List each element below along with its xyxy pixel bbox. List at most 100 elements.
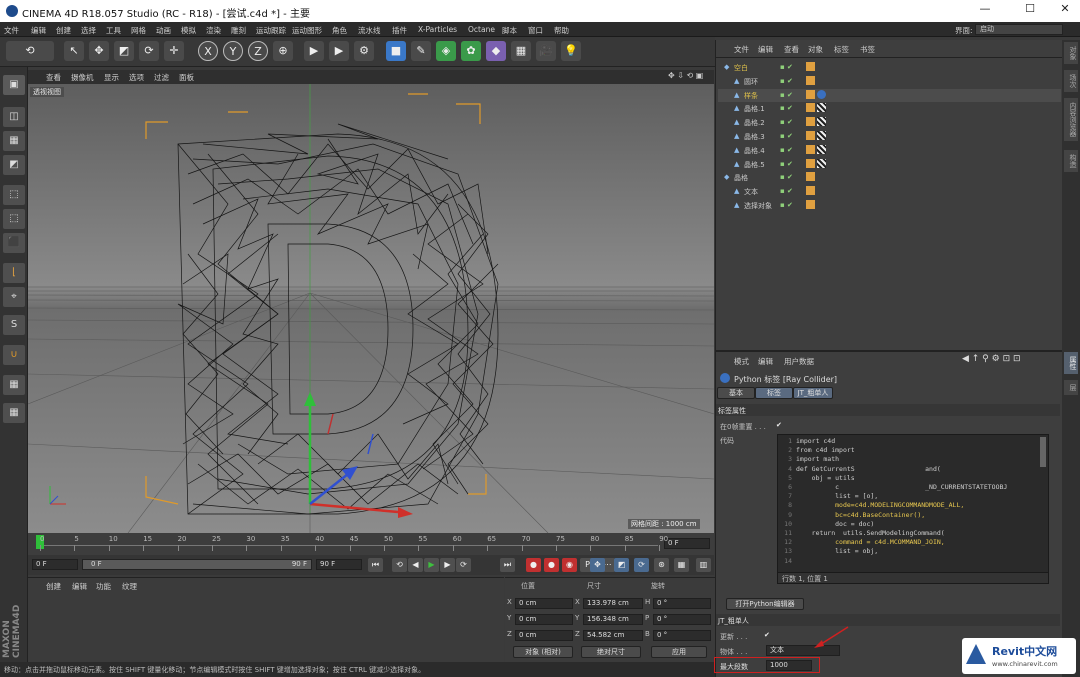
light-icon[interactable]: 💡 — [561, 41, 581, 61]
camera-icon[interactable]: 🎥 — [536, 41, 556, 61]
object-name[interactable]: 晶格.3 — [744, 132, 765, 142]
object-visibility-flags[interactable]: ▪ ✔ — [780, 173, 793, 181]
python-tag-icon[interactable] — [817, 89, 826, 99]
objmgr-menu-edit[interactable]: 编辑 — [758, 44, 773, 55]
floor-icon[interactable]: ▦ — [511, 41, 531, 61]
object-visibility-flags[interactable]: ▪ ✔ — [780, 132, 793, 140]
menu-select[interactable]: 选择 — [81, 25, 96, 36]
subdivision-icon[interactable]: ◈ — [436, 41, 456, 61]
points-mode-icon[interactable]: ⬚ — [3, 185, 25, 205]
rotate-icon[interactable]: ⟳ — [139, 41, 159, 61]
edges-mode-icon[interactable]: ⬚ — [3, 209, 25, 229]
interface-layout-select[interactable]: 启动 — [975, 24, 1063, 35]
attr-menu-edit[interactable]: 编辑 — [758, 356, 773, 367]
menu-mograph[interactable]: 运动图形 — [292, 25, 322, 36]
workplane-mode-icon[interactable]: ◩ — [3, 155, 25, 175]
object-tags[interactable] — [806, 144, 828, 154]
current-frame-field[interactable]: 0 F — [664, 538, 710, 549]
tag-icon[interactable] — [806, 117, 815, 127]
object-row[interactable]: ▲ 晶格.5 ▪ ✔ — [718, 158, 1061, 171]
object-name[interactable]: 空白 — [734, 63, 748, 73]
key-point-icon[interactable]: ▦ — [674, 558, 689, 572]
auto-key-icon[interactable]: ● — [544, 558, 559, 572]
pen-spline-icon[interactable]: ✎ — [411, 41, 431, 61]
object-tags[interactable] — [806, 62, 817, 71]
object-row[interactable]: ▲ 晶格.4 ▪ ✔ — [718, 144, 1061, 157]
dock-tab-structure[interactable]: 构造 — [1064, 150, 1078, 172]
menu-sculpt[interactable]: 雕刻 — [231, 25, 246, 36]
object-tags[interactable] — [806, 103, 828, 113]
object-visibility-flags[interactable]: ▪ ✔ — [780, 201, 793, 209]
menu-plugins[interactable]: 插件 — [392, 25, 407, 36]
coord-apply-button[interactable]: 应用 — [651, 646, 707, 658]
viewport-menu-view[interactable]: 查看 — [46, 72, 61, 83]
object-name[interactable]: 晶格.4 — [744, 146, 765, 156]
menu-octane[interactable]: Octane — [468, 25, 495, 34]
object-visibility-flags[interactable]: ▪ ✔ — [780, 63, 793, 71]
dock-tab-content-browser[interactable]: 内容浏览器 — [1064, 98, 1078, 141]
menu-simulate[interactable]: 模拟 — [181, 25, 196, 36]
object-visibility-flags[interactable]: ▪ ✔ — [780, 146, 793, 154]
next-frame-icon[interactable]: ▶ — [440, 558, 455, 572]
texture-mode-icon[interactable]: ▦ — [3, 131, 25, 151]
objmgr-menu-tags[interactable]: 标签 — [834, 44, 849, 55]
objmgr-menu-bookmarks[interactable]: 书签 — [860, 44, 875, 55]
material-menu-create[interactable]: 创建 — [46, 581, 61, 592]
timeline-window-icon[interactable]: ▥ — [696, 558, 711, 572]
menu-help[interactable]: 帮助 — [554, 25, 569, 36]
viewport-nav-icons[interactable]: ✥ ⇩ ⟲ ▣ — [668, 71, 703, 80]
menu-xparticles[interactable]: X-Particles — [418, 25, 457, 34]
dock-tab-attributes[interactable]: 属性 — [1064, 352, 1078, 374]
object-row[interactable]: ▲ 圆环 ▪ ✔ — [718, 75, 1061, 88]
dock-tab-objects[interactable]: 对象 — [1064, 42, 1078, 64]
object-name[interactable]: 文本 — [744, 187, 758, 197]
coord-size-field[interactable]: 133.978 cm — [583, 598, 643, 609]
reset-on-frame0-checkbox[interactable]: ✔ — [776, 421, 782, 429]
coord-position-field[interactable]: 0 cm — [515, 614, 573, 625]
open-python-editor-button[interactable]: 打开Python编辑器 — [726, 598, 804, 610]
object-visibility-flags[interactable]: ▪ ✔ — [780, 104, 793, 112]
coord-position-field[interactable]: 0 cm — [515, 598, 573, 609]
objmgr-menu-objects[interactable]: 对象 — [808, 44, 823, 55]
x-axis-icon[interactable]: X — [198, 41, 218, 61]
object-visibility-flags[interactable]: ▪ ✔ — [780, 77, 793, 85]
viewport-menu-display[interactable]: 显示 — [104, 72, 119, 83]
polygons-mode-icon[interactable]: ⬛ — [3, 233, 25, 253]
tag-icon[interactable] — [806, 62, 815, 71]
object-tags[interactable] — [806, 131, 828, 140]
viewport-menu-options[interactable]: 选项 — [129, 72, 144, 83]
menu-create[interactable]: 创建 — [56, 25, 71, 36]
select-live-icon[interactable]: ↖ — [64, 41, 84, 61]
material-tag-icon[interactable] — [817, 117, 826, 127]
render-view-icon[interactable]: ▶ — [304, 41, 324, 61]
coordinate-system-icon[interactable]: ⊕ — [273, 41, 293, 61]
coord-rotation-field[interactable]: 0 ° — [653, 614, 711, 625]
move-icon[interactable]: ✥ — [89, 41, 109, 61]
menu-script[interactable]: 脚本 — [502, 25, 517, 36]
material-menu-texture[interactable]: 纹理 — [122, 581, 137, 592]
viewport-menu-filter[interactable]: 过滤 — [154, 72, 169, 83]
key-selection-icon[interactable]: ◉ — [562, 558, 577, 572]
material-tag-icon[interactable] — [817, 158, 826, 168]
scale-icon[interactable]: ◩ — [114, 41, 134, 61]
dock-tab-layers[interactable]: 层 — [1064, 380, 1078, 395]
code-scrollbar[interactable] — [1040, 437, 1046, 467]
object-visibility-flags[interactable]: ▪ ✔ — [780, 187, 793, 195]
dock-tab-takes[interactable]: 场次 — [1064, 70, 1078, 92]
material-tag-icon[interactable] — [817, 144, 826, 154]
tag-icon[interactable] — [806, 131, 815, 140]
coord-size-field[interactable]: 156.348 cm — [583, 614, 643, 625]
object-name[interactable]: 晶格.1 — [744, 104, 765, 114]
y-axis-icon[interactable]: Y — [223, 41, 243, 61]
object-row[interactable]: ▲ 晶格.2 ▪ ✔ — [718, 116, 1061, 129]
coord-size-field[interactable]: 54.582 cm — [583, 630, 643, 641]
object-tags[interactable] — [806, 200, 817, 209]
object-row[interactable]: ▲ 晶格.3 ▪ ✔ — [718, 130, 1061, 143]
undo-icon[interactable]: ⟲ — [6, 41, 54, 61]
tweak-mode-icon[interactable]: ⌖ — [3, 287, 25, 307]
menu-tools[interactable]: 工具 — [106, 25, 121, 36]
go-to-start-icon[interactable]: ⏮ — [368, 558, 383, 572]
object-row[interactable]: ◆ 晶格 ▪ ✔ — [718, 171, 1061, 184]
object-tags[interactable] — [806, 158, 828, 168]
viewport-menu-panel[interactable]: 面板 — [179, 72, 194, 83]
